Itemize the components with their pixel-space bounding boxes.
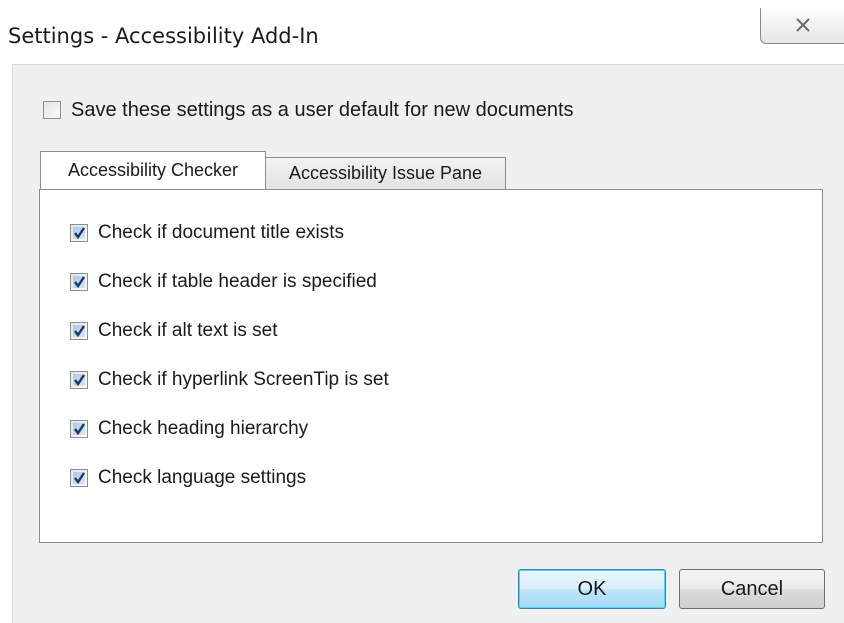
close-icon <box>796 18 810 32</box>
check-option[interactable]: Check if alt text is set <box>70 318 389 367</box>
window-title: Settings - Accessibility Add-In <box>8 24 319 48</box>
check-option[interactable]: Check heading hierarchy <box>70 416 389 465</box>
check-option[interactable]: Check language settings <box>70 465 389 514</box>
save-default-label: Save these settings as a user default fo… <box>71 98 574 121</box>
check-option-checkbox[interactable] <box>70 322 88 340</box>
check-option-label: Check if table header is specified <box>98 271 377 292</box>
check-option[interactable]: Check if table header is specified <box>70 269 389 318</box>
save-default-checkbox[interactable] <box>43 101 61 119</box>
check-option-checkbox[interactable] <box>70 371 88 389</box>
close-button[interactable] <box>760 8 844 44</box>
tab-panel-accessibility-checker: Check if document title exists Check if t… <box>39 189 823 543</box>
check-option-checkbox[interactable] <box>70 273 88 291</box>
check-option-label: Check heading hierarchy <box>98 418 309 439</box>
settings-dialog: Settings - Accessibility Add-In Save the… <box>0 0 844 623</box>
check-option-label: Check if document title exists <box>98 222 345 243</box>
check-option-checkbox[interactable] <box>70 420 88 438</box>
cancel-button[interactable]: Cancel <box>679 569 825 609</box>
check-option[interactable]: Check if hyperlink ScreenTip is set <box>70 367 389 416</box>
dialog-body: Save these settings as a user default fo… <box>12 64 844 623</box>
checkmark-icon <box>74 423 85 436</box>
tab-accessibility-checker[interactable]: Accessibility Checker <box>40 151 266 189</box>
checkmark-icon <box>74 227 85 240</box>
tab-accessibility-issue-pane[interactable]: Accessibility Issue Pane <box>266 157 506 189</box>
checkmark-icon <box>74 374 85 387</box>
check-option-checkbox[interactable] <box>70 469 88 487</box>
title-bar: Settings - Accessibility Add-In <box>0 0 844 64</box>
check-options-list: Check if document title exists Check if t… <box>70 220 389 514</box>
check-option-label: Check if alt text is set <box>98 320 278 341</box>
check-option-label: Check language settings <box>98 467 307 488</box>
checkmark-icon <box>74 325 85 338</box>
ok-button[interactable]: OK <box>518 569 666 609</box>
check-option[interactable]: Check if document title exists <box>70 220 389 269</box>
save-default-option[interactable]: Save these settings as a user default fo… <box>43 97 574 123</box>
checkmark-icon <box>74 276 85 289</box>
checkmark-icon <box>74 472 85 485</box>
check-option-label: Check if hyperlink ScreenTip is set <box>98 369 389 390</box>
check-option-checkbox[interactable] <box>70 224 88 242</box>
